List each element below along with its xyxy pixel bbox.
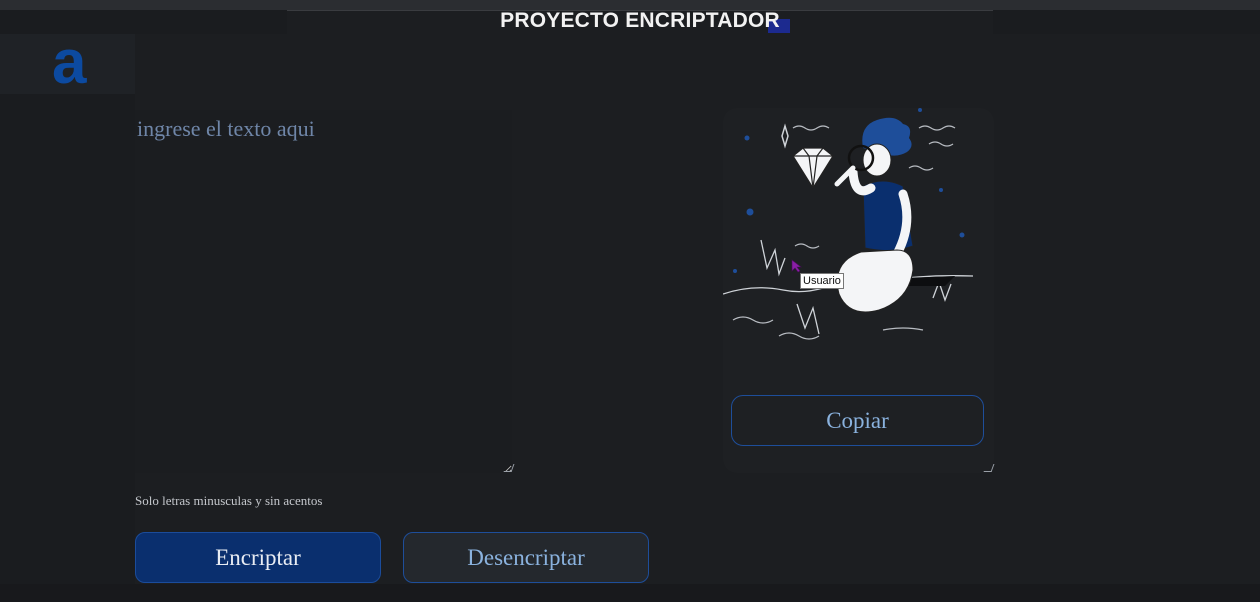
textarea-resize-handle[interactable] xyxy=(503,464,515,472)
left-sidebar xyxy=(0,94,135,584)
output-resize-handle[interactable] xyxy=(983,464,995,472)
tooltip: Usuario xyxy=(800,273,844,289)
encrypt-button[interactable]: Encriptar xyxy=(135,532,381,583)
alura-logo-icon[interactable]: a xyxy=(52,32,86,94)
person-with-magnifier-and-diamond-illustration xyxy=(723,108,974,340)
page-title: PROYECTO ENCRIPTADOR xyxy=(500,9,780,32)
input-hint: Solo letras minusculas y sin acentos xyxy=(135,493,323,508)
text-input[interactable] xyxy=(135,110,512,473)
bottom-strip xyxy=(0,584,1260,602)
decrypt-button[interactable]: Desencriptar xyxy=(403,532,649,583)
copy-button[interactable]: Copiar xyxy=(731,395,984,446)
